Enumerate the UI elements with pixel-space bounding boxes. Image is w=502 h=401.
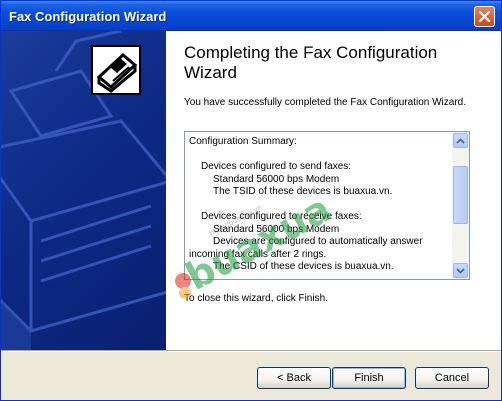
chevron-down-icon [456,267,465,274]
summary-text: Configuration Summary: Devices configure… [189,136,451,274]
scroll-up-button[interactable] [453,133,468,148]
close-button[interactable] [474,6,495,27]
finish-button[interactable]: Finish [332,367,406,389]
back-button[interactable]: < Back [257,367,331,389]
window-title: Fax Configuration Wizard [9,9,167,24]
summary-line: Standard 56000 bps Modem [213,173,340,185]
summary-line: incoming fax calls after 2 rings. [189,248,327,260]
summary-line: Devices are configured to automatically … [213,236,423,247]
wizard-window: Fax Configuration Wizard Completing the … [0,0,502,401]
summary-line: Devices configured to send faxes: [201,161,352,172]
scrollbar-thumb[interactable] [453,166,468,224]
chevron-up-icon [456,137,465,144]
wizard-main-panel: Completing the Fax Configuration Wizard … [166,31,501,350]
configuration-summary-box[interactable]: Configuration Summary: Devices configure… [184,131,470,280]
cancel-button[interactable]: Cancel [415,367,489,389]
wizard-side-banner [1,31,166,350]
title-bar[interactable]: Fax Configuration Wizard [1,1,501,31]
summary-line: The TSID of these devices is buaxua.vn. [213,186,393,197]
fax-wizard-icon [91,45,141,95]
summary-line: Devices configured to receive faxes: [201,211,362,222]
close-icon [479,11,490,22]
intro-text: You have successfully completed the Fax … [184,97,466,108]
page-title: Completing the Fax Configuration Wizard [184,43,438,82]
wizard-content: Completing the Fax Configuration Wizard … [1,31,501,350]
summary-line: The CSID of these devices is buaxua.vn. [213,261,394,272]
summary-line: Standard 56000 bps Modem [213,223,340,235]
scroll-down-button[interactable] [453,263,468,278]
close-instruction: To close this wizard, click Finish. [184,293,328,304]
summary-line: Configuration Summary: [189,136,297,147]
button-separator [1,350,501,352]
summary-scrollbar[interactable] [452,132,469,279]
fax-machine-illustration [1,31,166,350]
